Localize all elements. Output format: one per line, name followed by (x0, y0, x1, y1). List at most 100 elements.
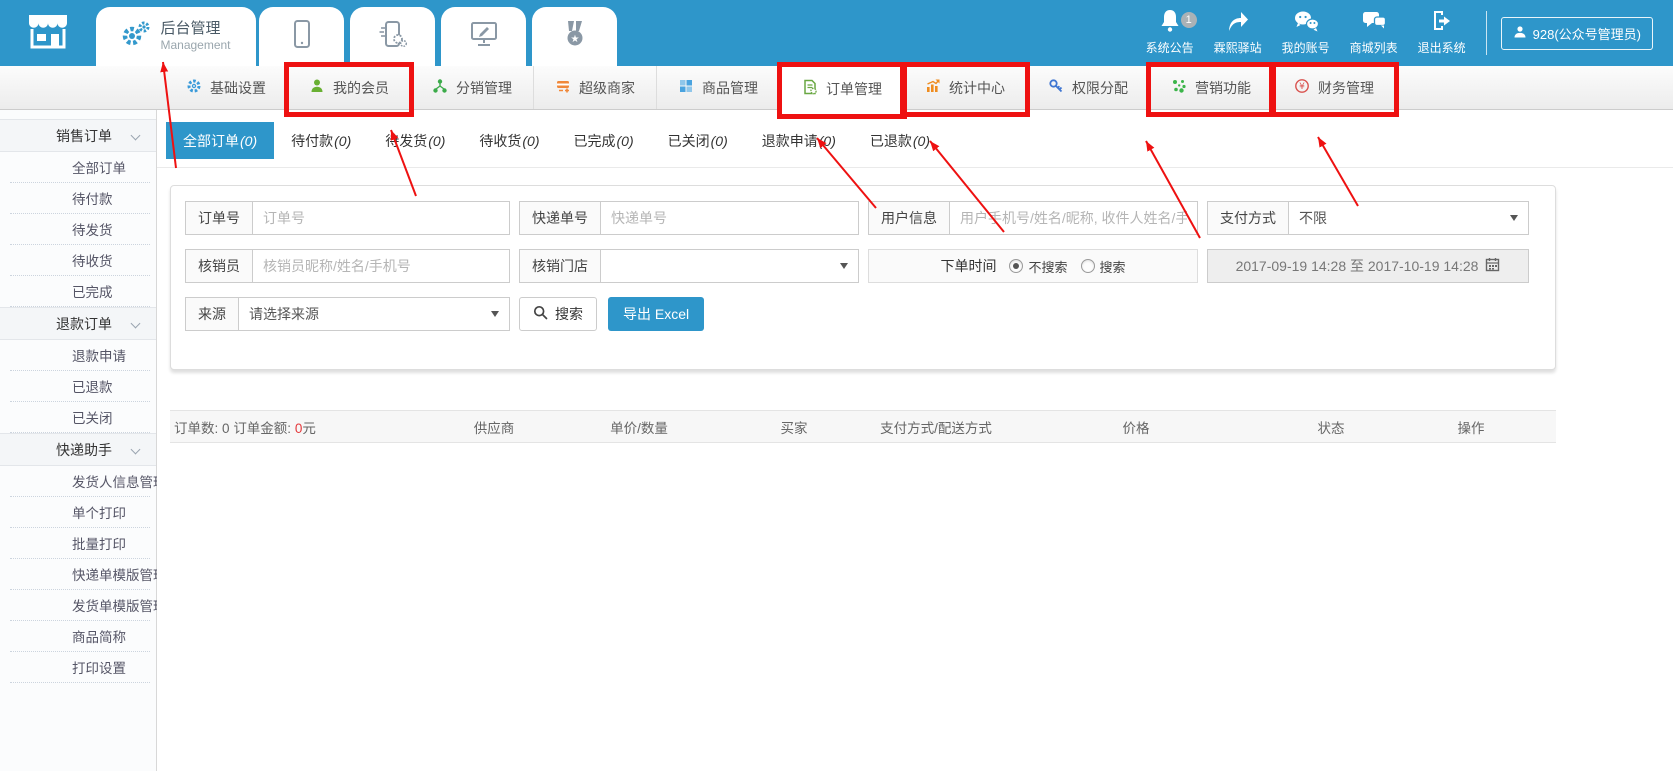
sidebar-item-refunded[interactable]: 已退款 (10, 371, 150, 402)
desktop-edit-icon (469, 20, 499, 53)
medal-icon: ★ (562, 19, 588, 54)
top-tabs: 后台管理 Management ★ (96, 0, 620, 66)
tab-desktop-site[interactable] (441, 7, 526, 66)
quick-link-station[interactable]: 霖熙驿站 (1204, 10, 1272, 56)
nav-item-finance[interactable]: ¥ 财务管理 (1273, 66, 1396, 109)
sidebar-item-completed[interactable]: 已完成 (10, 276, 150, 307)
tab-pending-receipt[interactable]: 待收货(0) (462, 122, 556, 159)
nav-item-super-merchant[interactable]: 超级商家 (534, 66, 657, 109)
backend-management-subtitle: Management (160, 38, 230, 53)
order-doc-icon (802, 79, 818, 98)
nav-item-goods[interactable]: 商品管理 (657, 66, 780, 109)
sidebar-item-closed[interactable]: 已关闭 (10, 402, 150, 433)
distribution-icon (432, 78, 448, 97)
sidebar-section-refund-orders[interactable]: 退款订单 (0, 307, 156, 340)
tab-refunded[interactable]: 已退款(0) (853, 122, 947, 159)
radio-unselected-icon (1081, 259, 1095, 273)
source-select[interactable]: 请选择来源 (238, 297, 510, 331)
sidebar-item-single-print[interactable]: 单个打印 (10, 497, 150, 528)
order-time-search-radio[interactable]: 搜索 (1081, 257, 1126, 276)
pay-type-select[interactable]: 不限 (1288, 201, 1529, 235)
sidebar-item-pending-receipt[interactable]: 待收货 (10, 245, 150, 276)
tab-mobile-apps[interactable] (350, 7, 435, 66)
column-price-qty: 单价/数量 (556, 417, 722, 437)
search-filter-panel: 订单号 快递单号 用户信息 支付方式 不限 (170, 185, 1556, 370)
express-no-input[interactable] (611, 210, 848, 226)
quick-link-mall-list[interactable]: 商城列表 (1340, 10, 1408, 56)
store-logo[interactable] (0, 0, 96, 66)
nav-item-distribution[interactable]: 分销管理 (411, 66, 534, 109)
gears-icon (121, 20, 151, 53)
stats-chart-icon (925, 78, 941, 97)
verifier-input[interactable] (263, 258, 499, 274)
mobile-icon (291, 19, 313, 54)
nav-item-my-members[interactable]: 我的会员 (288, 66, 411, 109)
column-price: 价格 (1006, 417, 1266, 437)
tab-backend-management[interactable]: 后台管理 Management (96, 7, 256, 66)
gear-icon (186, 78, 202, 97)
tab-pending-shipment[interactable]: 待发货(0) (368, 122, 462, 159)
current-user-label: 928(公众号管理员) (1533, 24, 1641, 43)
current-user-button[interactable]: 928(公众号管理员) (1501, 17, 1653, 50)
column-actions: 操作 (1396, 417, 1546, 437)
nav-item-orders[interactable]: 订单管理 (780, 66, 904, 111)
dropdown-caret-icon (840, 263, 848, 269)
tab-mobile[interactable] (259, 7, 344, 66)
chat-icon (1361, 9, 1387, 36)
sidebar-item-pending-payment[interactable]: 待付款 (10, 183, 150, 214)
verifier-label: 核销员 (185, 249, 252, 283)
sidebar-item-pending-shipment[interactable]: 待发货 (10, 214, 150, 245)
goods-grid-icon (678, 78, 694, 97)
tab-refund-request[interactable]: 退款申请(0) (745, 122, 853, 159)
date-range-picker[interactable]: 2017-09-19 14:28 至 2017-10-19 14:28 (1207, 249, 1529, 283)
calendar-icon (1485, 257, 1500, 275)
chevron-down-icon (131, 131, 141, 141)
column-supplier: 供应商 (432, 417, 556, 437)
chevron-down-icon (131, 319, 141, 329)
nav-item-permissions[interactable]: 权限分配 (1027, 66, 1150, 109)
sidebar-item-all-orders[interactable]: 全部订单 (10, 152, 150, 183)
express-no-label: 快递单号 (519, 201, 600, 235)
tab-pending-payment[interactable]: 待付款(0) (274, 122, 368, 159)
order-time-no-search-radio[interactable]: 不搜索 (1009, 257, 1067, 276)
tab-completed[interactable]: 已完成(0) (557, 122, 651, 159)
sidebar-item-product-abbr[interactable]: 商品简称 (10, 621, 150, 652)
sidebar-section-sales-orders[interactable]: 销售订单 (0, 119, 156, 152)
sidebar-item-refund-request[interactable]: 退款申请 (10, 340, 150, 371)
svg-text:★: ★ (570, 34, 579, 45)
sidebar-item-print-settings[interactable]: 打印设置 (10, 652, 150, 683)
order-time-label: 下单时间 (940, 256, 996, 276)
export-excel-button[interactable]: 导出 Excel (608, 297, 704, 331)
search-icon (533, 305, 548, 323)
quick-link-logout[interactable]: 退出系统 (1408, 10, 1476, 56)
user-icon (1513, 25, 1527, 42)
order-no-input[interactable] (263, 210, 499, 226)
sidebar-item-express-template[interactable]: 快递单模版管理 (10, 559, 150, 590)
quick-link-label: 系统公告 (1146, 39, 1194, 56)
quick-link-label: 我的账号 (1282, 39, 1330, 56)
nav-item-statistics[interactable]: 统计中心 (904, 66, 1027, 109)
tab-membership[interactable]: ★ (532, 7, 617, 66)
orders-summary: 订单数: 0 订单金额: 0元 (170, 417, 432, 437)
search-button[interactable]: 搜索 (519, 297, 597, 331)
wechat-icon (1292, 9, 1320, 36)
user-info-label: 用户信息 (868, 201, 949, 235)
store-label: 核销门店 (519, 249, 600, 283)
quick-links: 1 系统公告 霖熙驿站 我的账号 (1136, 0, 1673, 66)
pay-type-label: 支付方式 (1207, 201, 1288, 235)
redirect-arrow-icon (1225, 9, 1251, 36)
nav-item-basic-settings[interactable]: 基础设置 (165, 66, 288, 109)
quick-link-my-account[interactable]: 我的账号 (1272, 10, 1340, 56)
user-info-input[interactable] (960, 210, 1187, 226)
bell-icon (1157, 9, 1183, 36)
tab-closed[interactable]: 已关闭(0) (651, 122, 745, 159)
sidebar-section-express-assistant[interactable]: 快递助手 (0, 433, 156, 466)
quick-link-announcements[interactable]: 1 系统公告 (1136, 10, 1204, 56)
sidebar-item-shipping-template[interactable]: 发货单模版管理 (10, 590, 150, 621)
dropdown-caret-icon (491, 311, 499, 317)
sidebar-item-batch-print[interactable]: 批量打印 (10, 528, 150, 559)
store-select[interactable] (600, 249, 859, 283)
tab-all-orders[interactable]: 全部订单(0) (166, 122, 274, 159)
sidebar-item-sender-info[interactable]: 发货人信息管理 (10, 466, 150, 497)
nav-item-marketing[interactable]: 营销功能 (1150, 66, 1273, 109)
